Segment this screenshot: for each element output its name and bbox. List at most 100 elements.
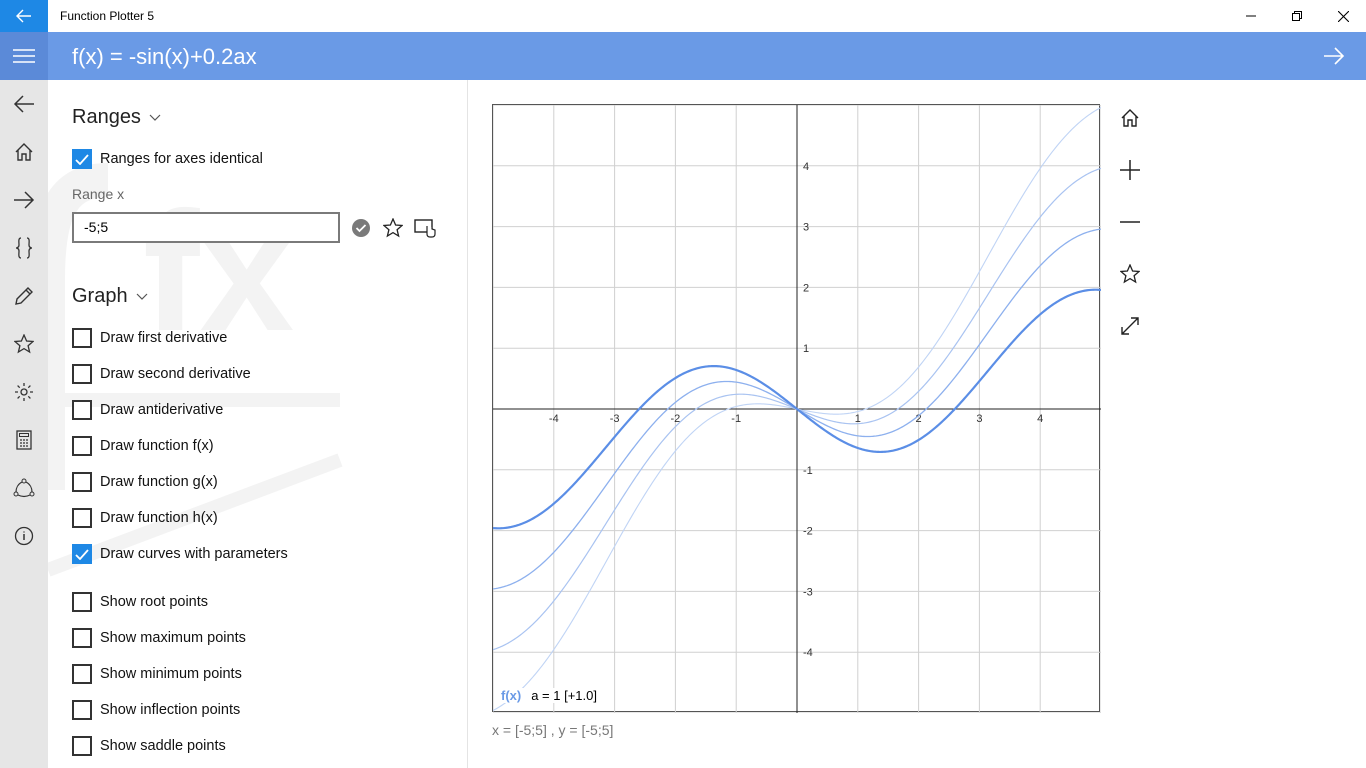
nav-home[interactable] <box>0 128 48 176</box>
plot-favorite-button[interactable] <box>1106 250 1154 298</box>
graph-option-label: Show inflection points <box>100 702 241 718</box>
ranges-heading[interactable]: Ranges <box>72 106 161 129</box>
chevron-down-icon <box>136 293 148 300</box>
graph-option-checkbox[interactable]: Draw curves with parameters <box>72 542 288 566</box>
hamburger-menu-button[interactable] <box>0 32 48 80</box>
nav-settings[interactable] <box>0 368 48 416</box>
checkbox-box[interactable] <box>72 364 92 384</box>
minimize-icon <box>1246 15 1256 17</box>
restore-button[interactable] <box>1274 0 1320 32</box>
ranges-heading-label: Ranges <box>72 106 141 128</box>
checkbox-box[interactable] <box>72 472 92 492</box>
graph-option-checkbox[interactable]: Draw antiderivative <box>72 398 223 422</box>
apply-range-button[interactable] <box>347 214 375 242</box>
graph-heading[interactable]: Graph <box>72 285 148 308</box>
range-x-input[interactable]: -5;5 <box>72 212 340 243</box>
function-plot[interactable]: -4 -3 -2 -1 1 2 3 44321-1-2-3-4 <box>493 105 1101 713</box>
x-tick-label: -1 <box>731 413 741 425</box>
home-icon <box>15 143 33 161</box>
graph-option-checkbox[interactable]: Show maximum points <box>72 626 246 650</box>
graph-option-label: Draw first derivative <box>100 330 228 346</box>
graph-option-checkbox[interactable]: Draw function g(x) <box>72 470 218 494</box>
plot-canvas[interactable]: -4 -3 -2 -1 1 2 3 4 4 3 2 1 -1 -2 -3 -4 f(x) a = 1 [+1.… <box>492 104 1101 713</box>
checkbox-box[interactable] <box>72 149 92 169</box>
graph-option-checkbox[interactable]: Show minimum points <box>72 662 242 686</box>
star-icon <box>383 218 403 238</box>
expand-icon <box>1121 317 1139 335</box>
plot-home-button[interactable] <box>1106 94 1154 142</box>
zoom-out-button[interactable] <box>1106 198 1154 246</box>
pencil-icon <box>15 287 33 305</box>
nav-back[interactable] <box>0 80 48 128</box>
checkbox-box[interactable] <box>72 436 92 456</box>
nav-functions[interactable] <box>0 224 48 272</box>
legend-function-name: f(x) <box>501 688 522 703</box>
arrow-left-icon <box>16 9 31 23</box>
calculator-icon <box>16 430 32 450</box>
y-tick-label: 1 <box>803 343 809 355</box>
graph-option-checkbox[interactable]: Show root points <box>72 590 208 614</box>
title-bar: Function Plotter 5 <box>0 0 1366 32</box>
graph-option-checkbox[interactable]: Draw second derivative <box>72 362 251 386</box>
graph-option-label: Show root points <box>100 594 209 610</box>
nav-calculator[interactable] <box>0 416 48 464</box>
checkbox-box[interactable] <box>72 664 92 684</box>
share-icon <box>13 478 35 498</box>
graph-option-checkbox[interactable]: Draw first derivative <box>72 326 227 350</box>
graph-option-label: Draw second derivative <box>100 366 251 382</box>
ranges-identical-checkbox[interactable]: Ranges for axes identical <box>72 147 263 171</box>
chevron-down-icon <box>149 114 161 121</box>
nav-rail <box>0 80 48 768</box>
touch-screen-icon <box>414 219 436 238</box>
range-x-label: Range x <box>72 186 125 202</box>
nav-favorites[interactable] <box>0 320 48 368</box>
close-button[interactable] <box>1320 0 1366 32</box>
settings-panel: fx Ranges Ranges for axes identical Rang… <box>48 80 468 768</box>
check-circle-icon <box>352 219 370 237</box>
formula-bar: f(x) = -sin(x)+0.2ax <box>0 32 1366 80</box>
info-icon <box>14 526 34 546</box>
y-tick-label: -4 <box>803 647 813 659</box>
nav-info[interactable] <box>0 512 48 560</box>
graph-option-checkbox[interactable]: Show inflection points <box>72 698 240 722</box>
plot-go-button[interactable] <box>1310 32 1358 80</box>
graph-heading-label: Graph <box>72 285 128 307</box>
graph-option-label: Draw function f(x) <box>100 438 214 454</box>
formula-input[interactable]: f(x) = -sin(x)+0.2ax <box>72 32 257 80</box>
checkbox-box[interactable] <box>72 628 92 648</box>
zoom-in-button[interactable] <box>1106 146 1154 194</box>
y-tick-label: -2 <box>803 526 813 538</box>
checkbox-box[interactable] <box>72 508 92 528</box>
fullscreen-button[interactable] <box>1106 302 1154 350</box>
graph-option-label: Draw antiderivative <box>100 402 224 418</box>
graph-option-checkbox[interactable]: Show saddle points <box>72 734 226 758</box>
braces-icon <box>15 237 33 259</box>
checkbox-box[interactable] <box>72 328 92 348</box>
checkbox-box[interactable] <box>72 592 92 612</box>
arrow-right-icon <box>1324 47 1345 65</box>
minimize-button[interactable] <box>1228 0 1274 32</box>
hamburger-icon <box>13 49 35 63</box>
nav-draw[interactable] <box>0 272 48 320</box>
graph-option-checkbox[interactable]: Draw function f(x) <box>72 434 214 458</box>
ranges-identical-label: Ranges for axes identical <box>100 151 263 167</box>
arrow-left-icon <box>13 95 34 113</box>
close-icon <box>1337 10 1349 22</box>
star-icon <box>1120 264 1140 284</box>
graph-option-checkbox[interactable]: Draw function h(x) <box>72 506 218 530</box>
checkbox-box[interactable] <box>72 400 92 420</box>
nav-forward[interactable] <box>0 176 48 224</box>
favorite-range-button[interactable] <box>379 214 407 242</box>
y-tick-label: 2 <box>803 282 809 294</box>
pick-range-button[interactable] <box>411 214 439 242</box>
checkbox-box[interactable] <box>72 700 92 720</box>
back-button[interactable] <box>0 0 48 32</box>
nav-share[interactable] <box>0 464 48 512</box>
checkbox-box[interactable] <box>72 736 92 756</box>
plus-icon <box>1120 160 1140 180</box>
graph-option-label: Show minimum points <box>100 666 242 682</box>
x-tick-label: -4 <box>549 413 559 425</box>
checkbox-box[interactable] <box>72 544 92 564</box>
home-icon <box>1121 109 1139 127</box>
check-icon <box>75 548 89 560</box>
